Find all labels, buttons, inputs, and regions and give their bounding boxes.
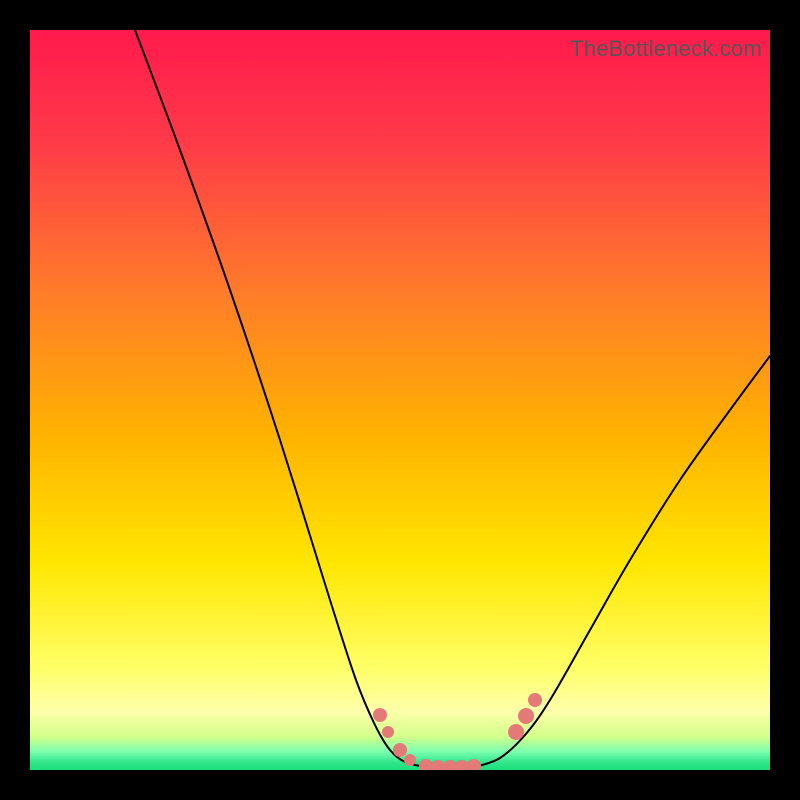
marker-point xyxy=(508,724,524,740)
watermark-text: TheBottleneck.com xyxy=(570,36,762,62)
series-right-curve xyxy=(475,356,770,767)
marker-point xyxy=(467,759,481,770)
marker-point xyxy=(382,726,394,738)
marker-point xyxy=(528,693,542,707)
marker-point xyxy=(443,760,457,770)
marker-point xyxy=(419,759,433,770)
marker-point xyxy=(373,708,387,722)
marker-point xyxy=(404,754,416,766)
chart-frame: TheBottleneck.com xyxy=(30,30,770,770)
marker-point xyxy=(455,760,469,770)
marker-point xyxy=(393,743,407,757)
series-left-curve xyxy=(135,30,425,767)
marker-point xyxy=(431,760,445,770)
marker-point xyxy=(518,708,534,724)
bottleneck-curves xyxy=(30,30,770,770)
